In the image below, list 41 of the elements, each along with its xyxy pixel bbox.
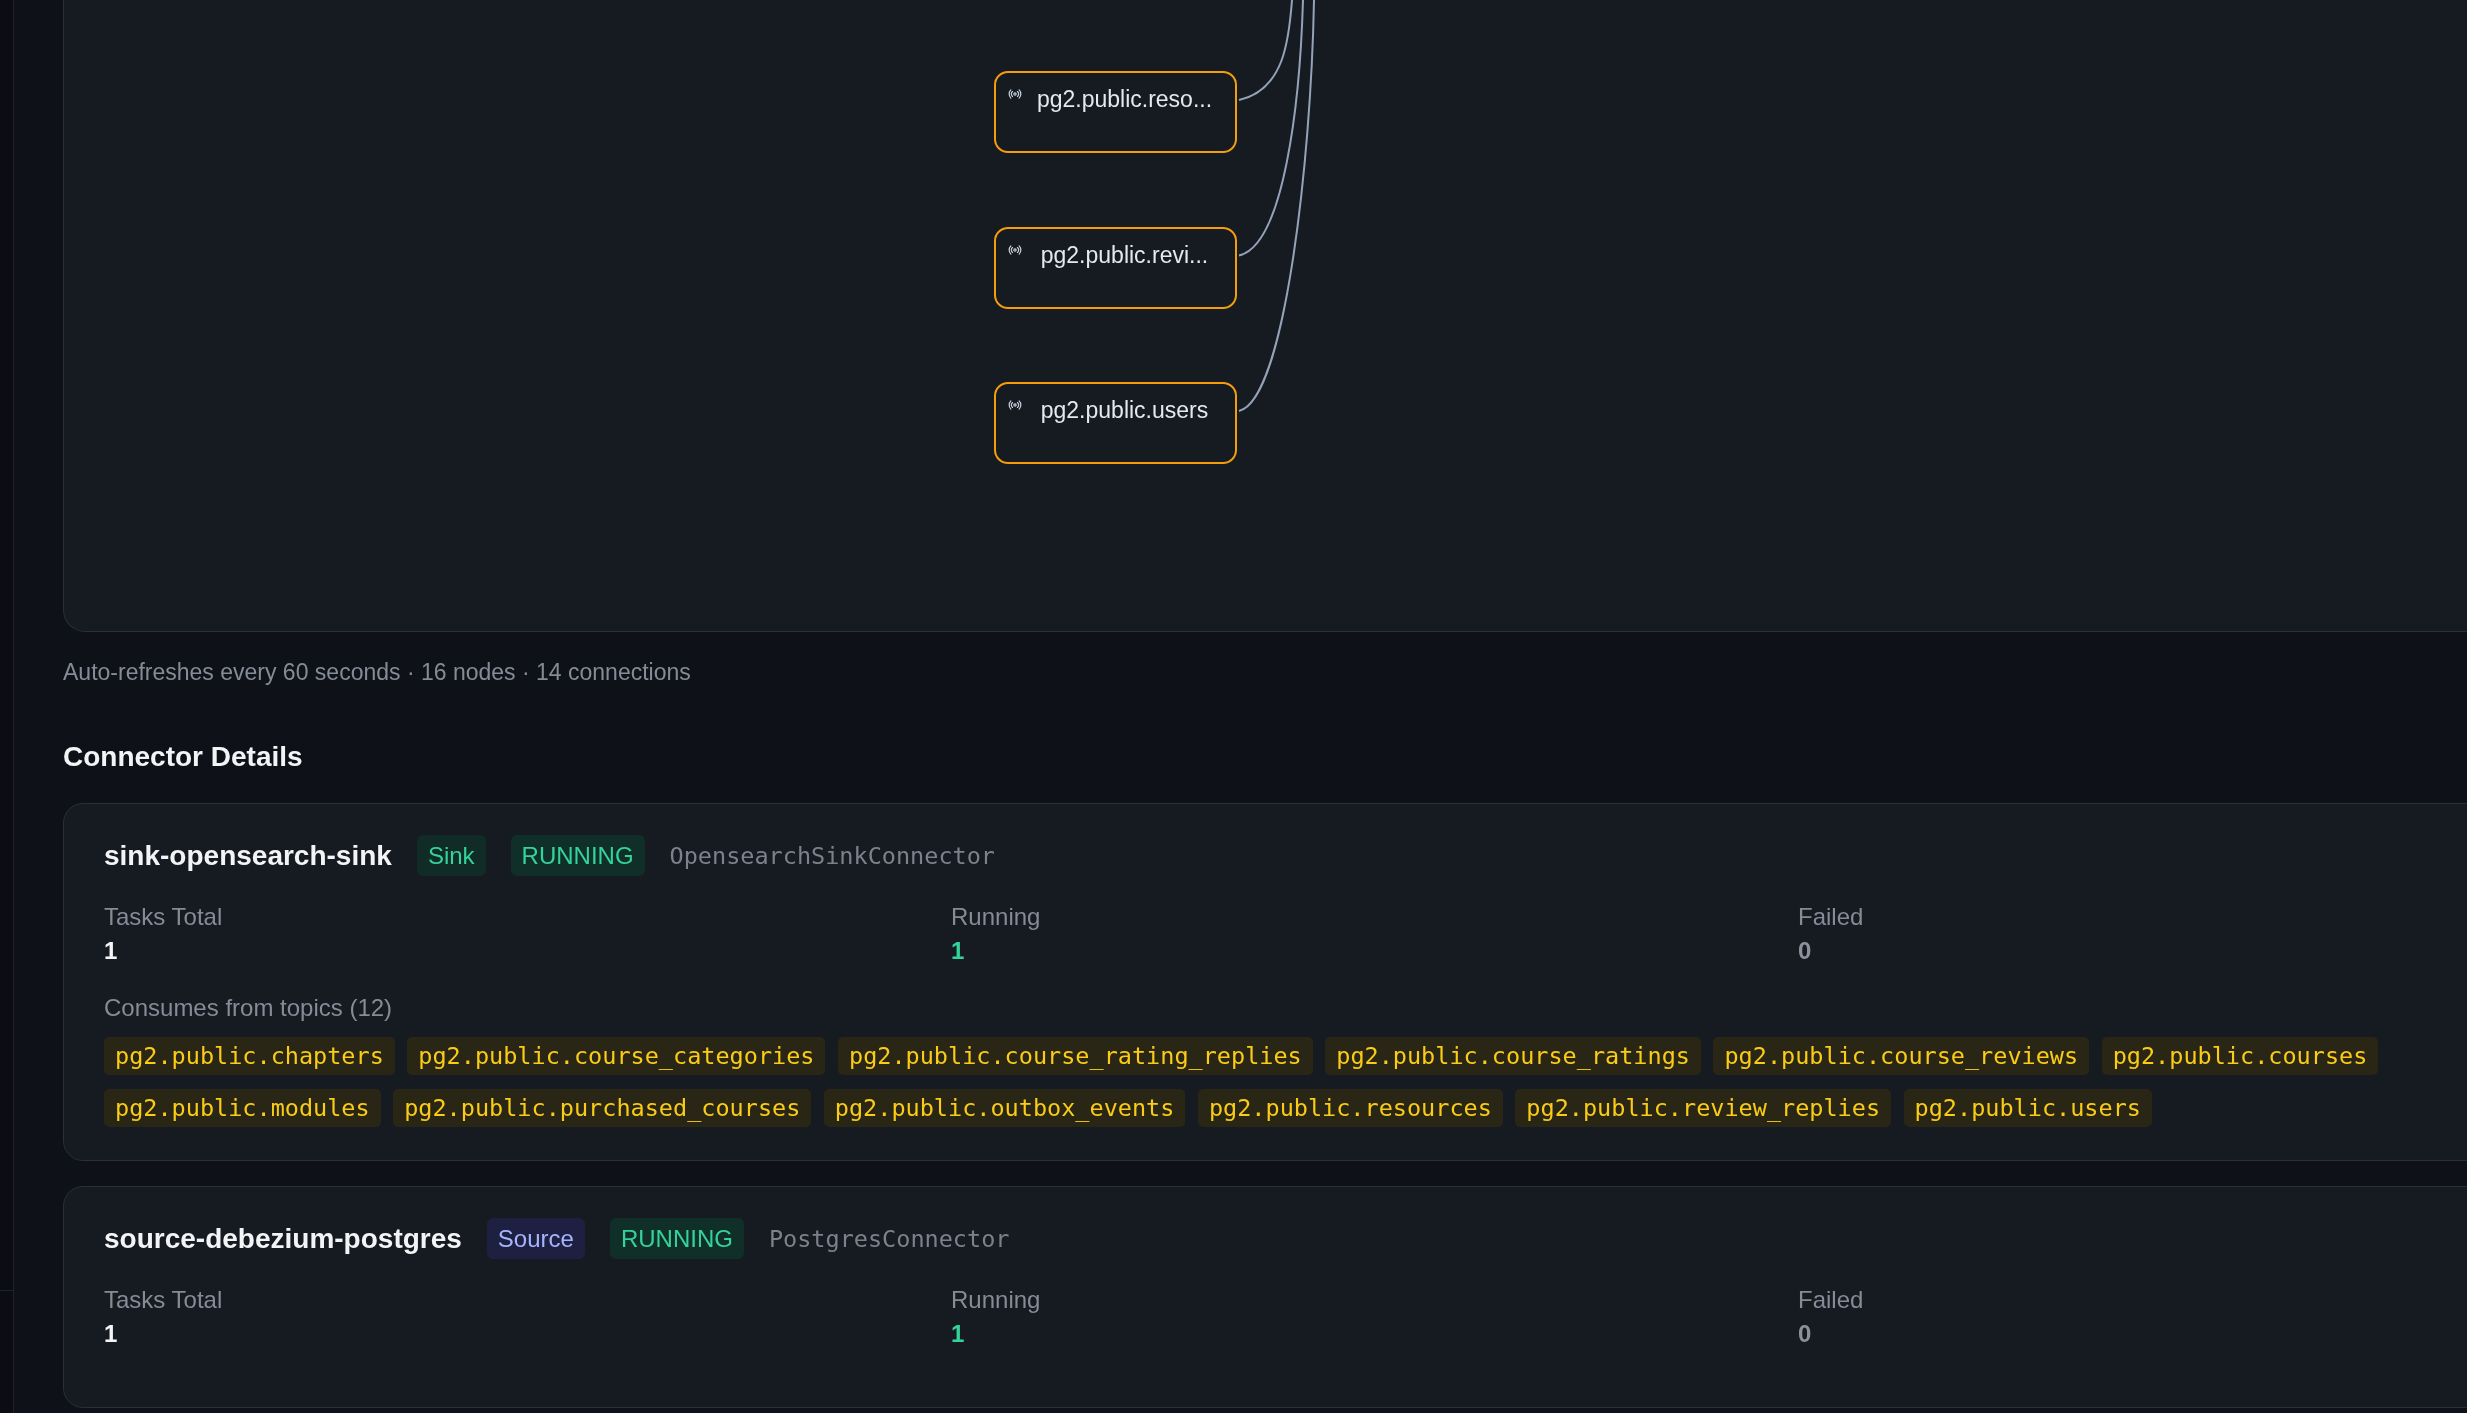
- refresh-status-text: Auto-refreshes every 60 seconds · 16 nodes · 14 connections: [63, 658, 691, 687]
- type-badge: Sink: [416, 835, 486, 876]
- topic-tag: pg2.public.review_replies: [1515, 1089, 1892, 1127]
- node-label: pg2.public.revi...: [1039, 240, 1210, 269]
- stat-value: 0: [1798, 1318, 1812, 1348]
- stat-label: Tasks Total: [104, 901, 223, 931]
- topic-tag: pg2.public.course_ratings: [1325, 1037, 1701, 1075]
- stat-label: Failed: [1798, 901, 1864, 931]
- stat-value: 1: [951, 1318, 965, 1348]
- stat-value: 1: [104, 935, 118, 965]
- connector-name: sink-opensearch-sink: [104, 839, 392, 872]
- stat-value: 0: [1798, 935, 1812, 965]
- topic-tag: pg2.public.modules: [104, 1089, 381, 1127]
- stat-label: Running: [951, 901, 1041, 931]
- stat-value: 1: [104, 1318, 118, 1348]
- topic-tag: pg2.public.users: [1903, 1089, 2152, 1127]
- topics-label: Consumes from topics (12): [104, 992, 393, 1022]
- node-label: pg2.public.reso...: [1035, 85, 1214, 113]
- connector-name: source-debezium-postgres: [104, 1222, 462, 1255]
- topic-tag: pg2.public.course_rating_replies: [838, 1037, 1313, 1075]
- stat-value: 1: [951, 935, 965, 965]
- node-label: pg2.public.users: [1039, 396, 1210, 424]
- connector-class: PostgresConnector: [768, 1224, 1010, 1253]
- topic-tag: pg2.public.chapters: [104, 1037, 395, 1075]
- topic-tag: pg2.public.courses: [2101, 1037, 2379, 1075]
- stat-label: Running: [951, 1284, 1041, 1314]
- topic-tag: pg2.public.purchased_courses: [393, 1089, 812, 1127]
- broadcast-icon: [1008, 398, 1022, 412]
- broadcast-icon: [1008, 87, 1022, 101]
- connector-class: OpensearchSinkConnector: [669, 841, 995, 870]
- topic-tag: pg2.public.course_reviews: [1713, 1037, 2090, 1075]
- type-badge: Source: [486, 1218, 585, 1259]
- topic-tag: pg2.public.course_categories: [407, 1037, 826, 1075]
- section-heading: Connector Details: [63, 740, 303, 774]
- status-badge: RUNNING: [510, 835, 645, 876]
- topic-tag: pg2.public.outbox_events: [823, 1089, 1186, 1127]
- stat-label: Failed: [1798, 1284, 1864, 1314]
- broadcast-icon: [1008, 242, 1022, 257]
- topic-tag: pg2.public.resources: [1197, 1089, 1503, 1127]
- stat-label: Tasks Total: [104, 1284, 223, 1314]
- status-badge: RUNNING: [609, 1218, 744, 1259]
